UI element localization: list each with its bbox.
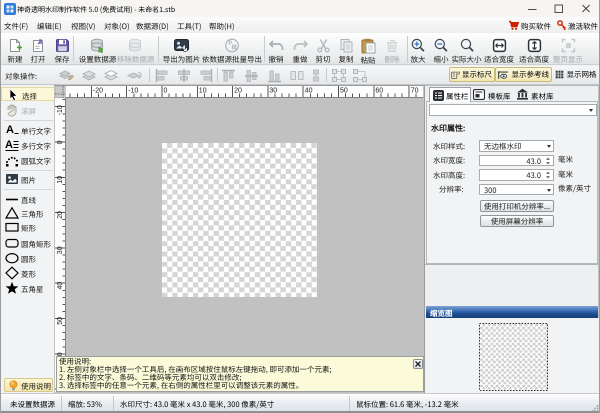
svg-text:50: 50 [57,317,64,325]
svg-text:A: A [5,139,13,151]
svg-text:20: 20 [234,88,242,95]
svg-text:50: 50 [340,88,348,95]
svg-text:A: A [6,124,14,136]
svg-text:0: 0 [57,140,64,144]
svg-text:-10: -10 [57,105,64,115]
svg-text:-10: -10 [128,88,138,95]
svg-text:10: 10 [57,176,64,184]
svg-text:10: 10 [199,88,207,95]
svg-text:-20: -20 [93,88,103,95]
svg-text:0: 0 [164,88,168,95]
svg-text:70: 70 [411,88,419,95]
svg-text:40: 40 [57,282,64,290]
svg-text:20: 20 [57,211,64,219]
svg-text:30: 30 [269,88,277,95]
svg-text:30: 30 [57,246,64,254]
svg-text:40: 40 [305,88,313,95]
svg-text:60: 60 [375,88,383,95]
svg-text:批: 批 [232,43,238,51]
